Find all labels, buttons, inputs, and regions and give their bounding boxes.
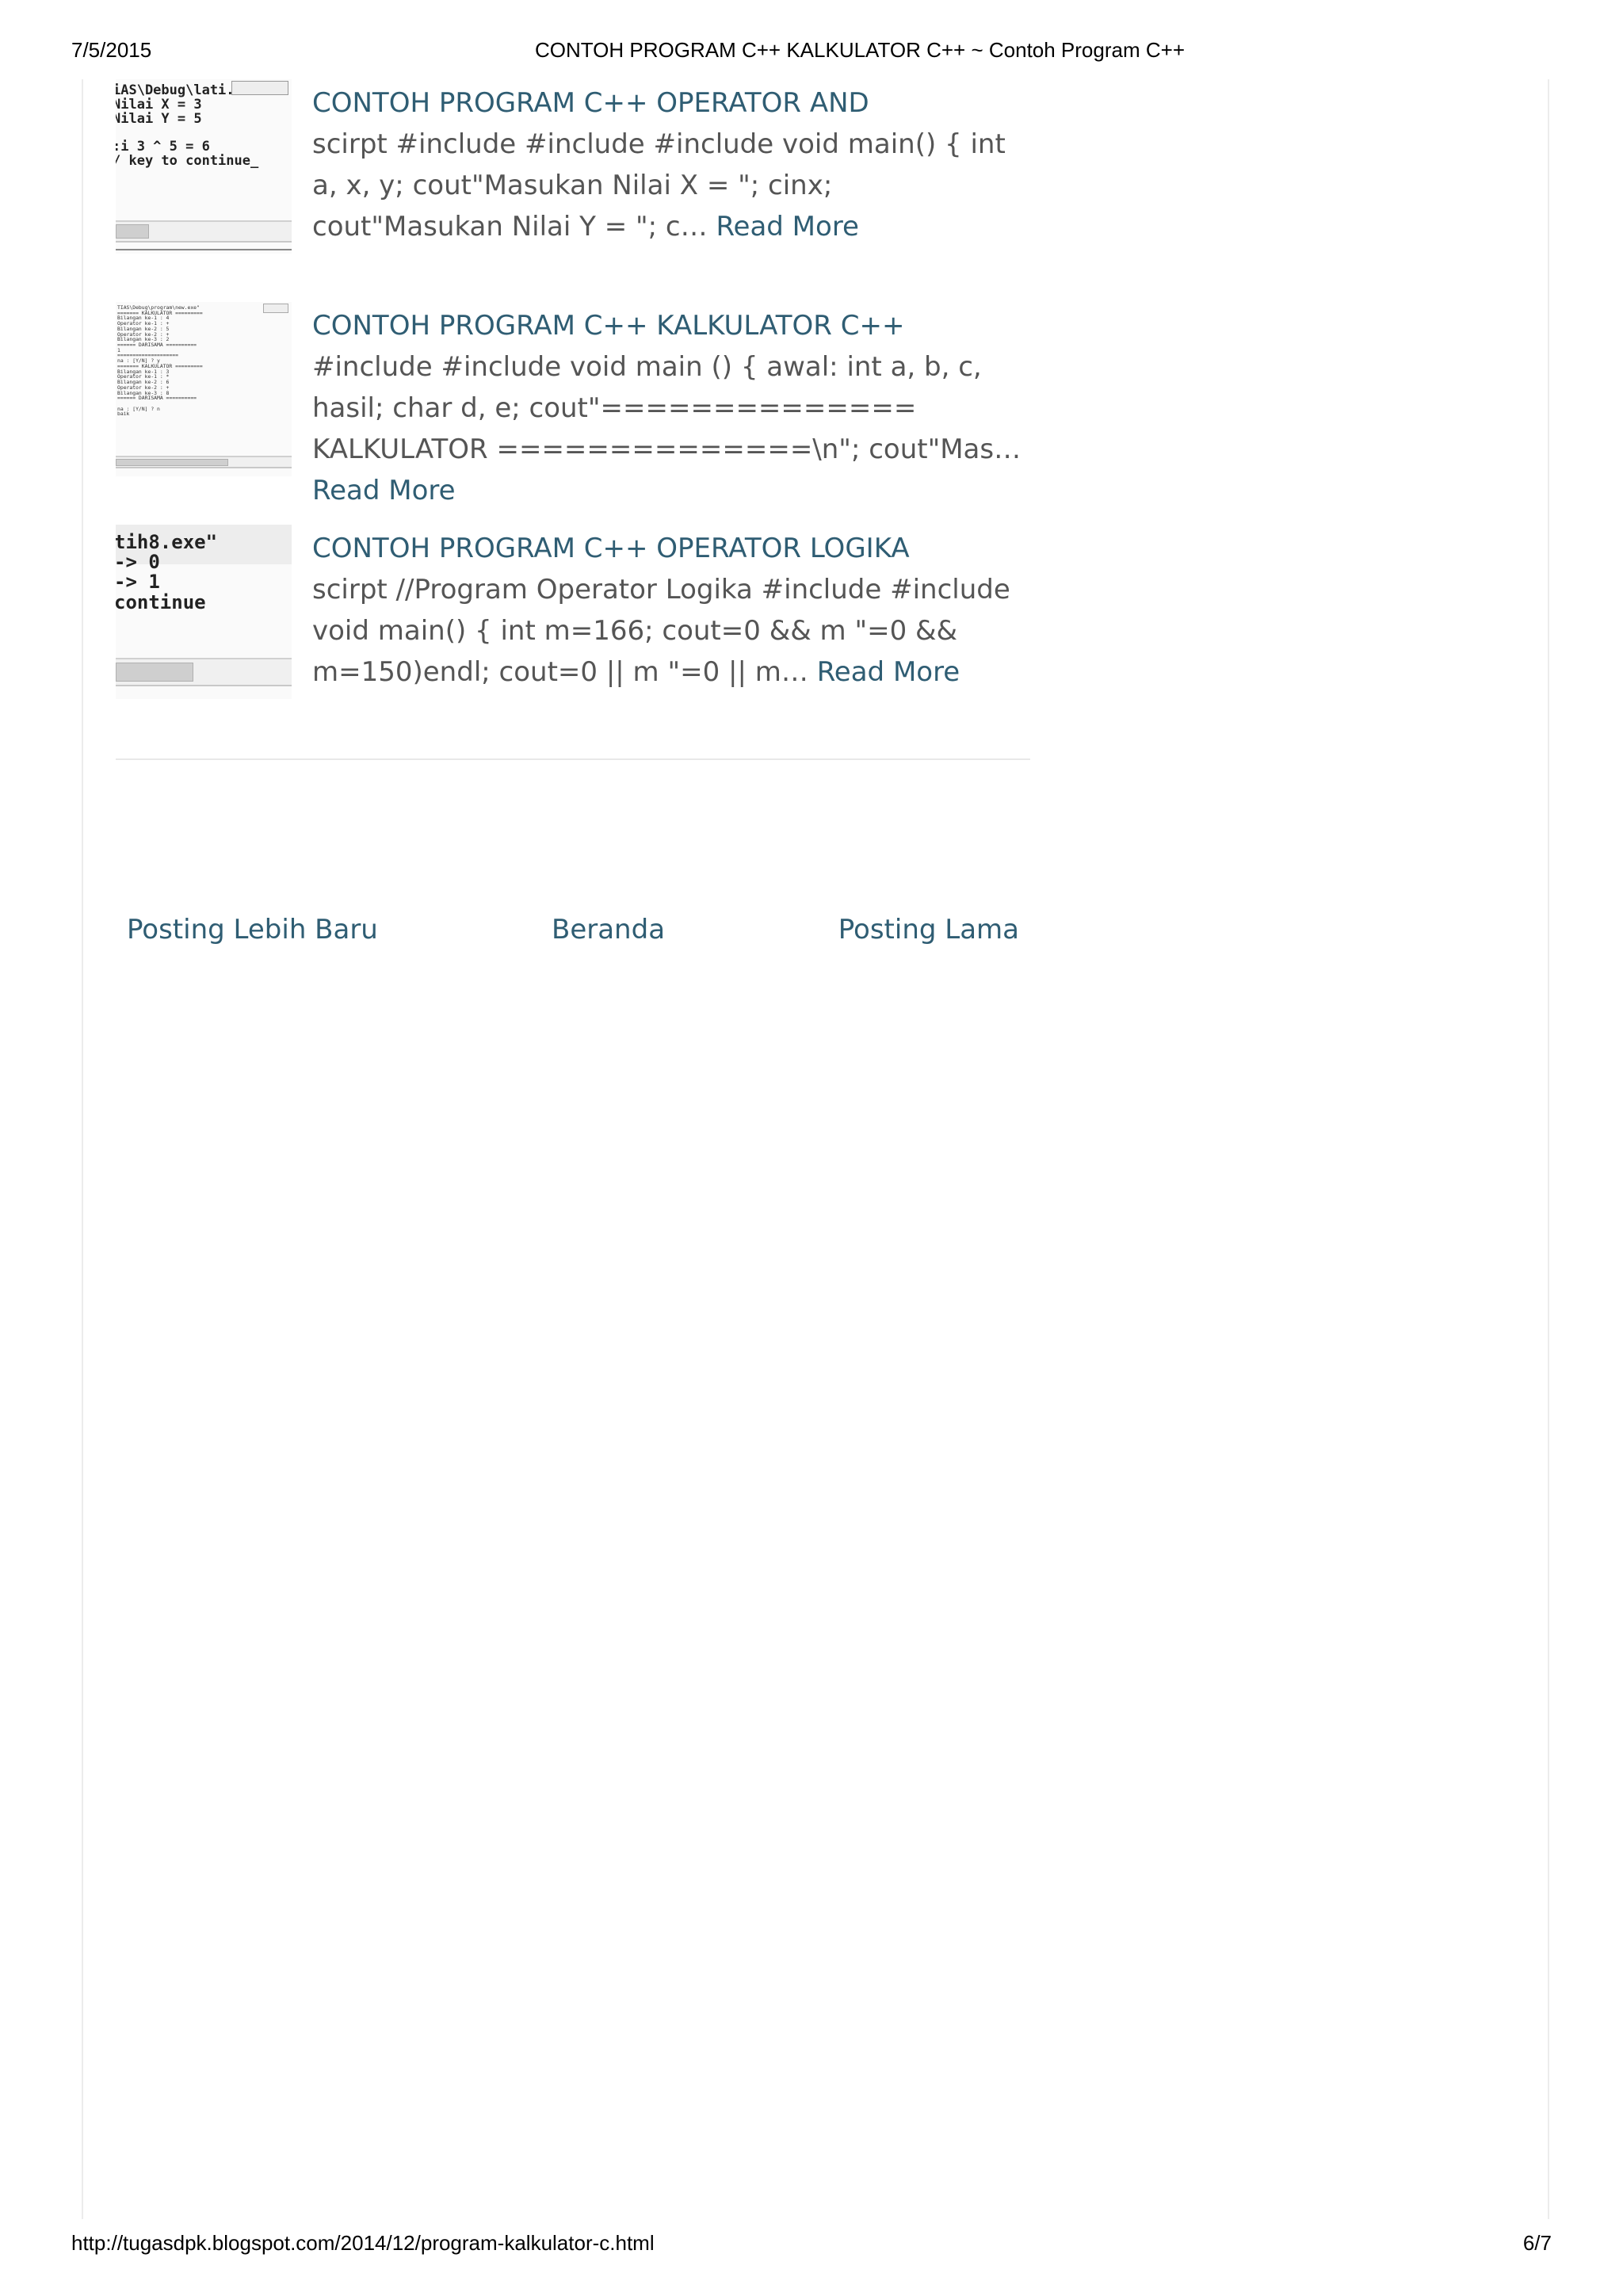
post-thumbnail[interactable]: TIAS\Debug\program\new.exe" ======= KALK… — [116, 302, 292, 476]
post-title-link[interactable]: CONTOH PROGRAM C++ OPERATOR AND — [312, 82, 1030, 124]
thumbnail-console-text: tih8.exe" -> 0 -> 1 continue — [116, 531, 218, 613]
newer-posts-link[interactable]: Posting Lebih Baru — [127, 914, 378, 946]
window-controls-icon — [263, 304, 288, 313]
post-text: CONTOH PROGRAM C++ KALKULATOR C++ #inclu… — [312, 302, 1030, 511]
home-link[interactable]: Beranda — [552, 914, 665, 946]
post-snippet: scirpt //Program Operator Logika #includ… — [312, 569, 1030, 693]
page-url: http://tugasdpk.blogspot.com/2014/12/pro… — [71, 2231, 655, 2255]
blog-pager: Posting Lebih Baru Beranda Posting Lama — [116, 914, 1030, 961]
scroll-thumb — [116, 663, 193, 682]
scrollbar — [116, 220, 292, 243]
post-text: CONTOH PROGRAM C++ OPERATOR AND scirpt #… — [312, 79, 1030, 247]
thumbnail-console-text: iAS\Debug\lati.. Nilai X = 3 Nilai Y = 5… — [116, 82, 259, 170]
scroll-thumb — [116, 224, 149, 239]
post-snippet: scirpt #include #include #include void m… — [312, 124, 1030, 247]
scrollbar — [116, 456, 292, 468]
print-footer: http://tugasdpk.blogspot.com/2014/12/pro… — [0, 2231, 1623, 2263]
post-text: CONTOH PROGRAM C++ OPERATOR LOGIKA scirp… — [312, 525, 1030, 693]
window-border — [116, 249, 292, 250]
thumbnail-console-text: TIAS\Debug\program\new.exe" ======= KALK… — [117, 304, 203, 418]
post-thumbnail[interactable]: iAS\Debug\lati.. Nilai X = 3 Nilai Y = 5… — [116, 79, 292, 254]
post-title-link[interactable]: CONTOH PROGRAM C++ OPERATOR LOGIKA — [312, 528, 1030, 569]
divider — [116, 758, 1030, 760]
older-posts-link[interactable]: Posting Lama — [838, 914, 1019, 946]
page-number: 6/7 — [1522, 2231, 1552, 2255]
scroll-thumb — [116, 459, 228, 466]
read-more-link[interactable]: Read More — [716, 211, 859, 243]
post-thumbnail[interactable]: tih8.exe" -> 0 -> 1 continue — [116, 525, 292, 699]
read-more-link[interactable]: Read More — [817, 656, 960, 688]
post-title-link[interactable]: CONTOH PROGRAM C++ KALKULATOR C++ — [312, 305, 1030, 346]
window-controls-icon — [231, 81, 288, 95]
post-item: tih8.exe" -> 0 -> 1 continue CONTOH PROG… — [116, 525, 1030, 707]
print-page-title: CONTOH PROGRAM C++ KALKULATOR C++ ~ Cont… — [534, 38, 1185, 62]
read-more-link[interactable]: Read More — [312, 475, 456, 506]
post-snippet: #include #include void main () { awal: i… — [312, 346, 1030, 511]
post-item: iAS\Debug\lati.. Nilai X = 3 Nilai Y = 5… — [116, 79, 1030, 262]
post-snippet-text: #include #include void main () { awal: i… — [312, 351, 1022, 465]
post-item: TIAS\Debug\program\new.exe" ======= KALK… — [116, 302, 1030, 506]
post-snippet-text: scirpt #include #include #include void m… — [312, 128, 1006, 243]
scrollbar — [116, 658, 292, 686]
print-header: 7/5/2015 CONTOH PROGRAM C++ KALKULATOR C… — [0, 38, 1623, 70]
